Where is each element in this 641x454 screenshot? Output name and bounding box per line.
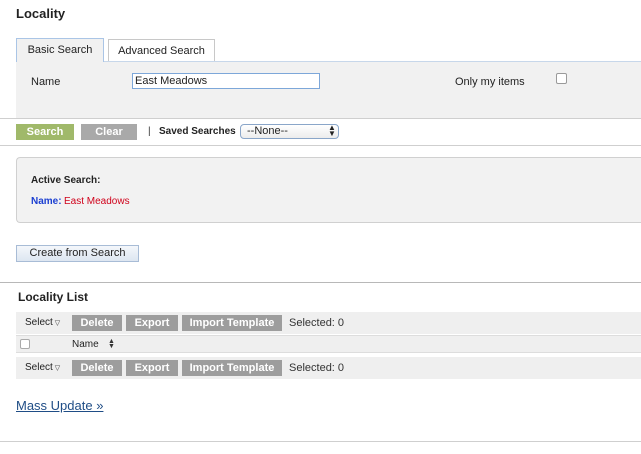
export-button[interactable]: Export bbox=[126, 360, 178, 376]
select-label: Select bbox=[25, 317, 53, 328]
create-from-search-button[interactable]: Create from Search bbox=[16, 245, 139, 262]
select-label: Select bbox=[25, 362, 53, 373]
page-title: Locality bbox=[16, 6, 66, 21]
chevron-down-icon: ▽ bbox=[54, 320, 61, 327]
clear-button[interactable]: Clear bbox=[81, 124, 137, 140]
select-menu[interactable]: Select ▽ bbox=[25, 317, 60, 328]
active-search-panel bbox=[16, 157, 641, 223]
divider bbox=[0, 145, 641, 146]
saved-searches-label: Saved Searches bbox=[159, 126, 236, 137]
saved-searches-value: --None-- bbox=[247, 125, 288, 137]
import-template-button[interactable]: Import Template bbox=[182, 315, 282, 331]
select-arrows-icon: ▲ ▼ bbox=[328, 123, 336, 138]
column-name-header[interactable]: Name bbox=[72, 339, 99, 350]
saved-searches-select[interactable]: --None-- ▲ ▼ bbox=[240, 124, 339, 139]
tab-basic-search[interactable]: Basic Search bbox=[16, 38, 104, 62]
search-panel bbox=[16, 61, 641, 118]
sort-icon[interactable]: ▲ ▼ bbox=[108, 338, 115, 350]
tab-advanced-search[interactable]: Advanced Search bbox=[108, 39, 215, 62]
select-menu[interactable]: Select ▽ bbox=[25, 362, 60, 373]
separator: | bbox=[148, 126, 151, 137]
only-my-items-checkbox[interactable] bbox=[556, 73, 567, 84]
name-label: Name bbox=[31, 76, 61, 88]
mass-update-link[interactable]: Mass Update » bbox=[16, 398, 103, 413]
active-search-heading: Active Search: bbox=[31, 175, 101, 186]
divider bbox=[0, 118, 641, 119]
selected-count: Selected: 0 bbox=[289, 317, 345, 329]
search-button[interactable]: Search bbox=[16, 124, 74, 140]
active-search-key: Name: bbox=[31, 196, 62, 207]
name-input[interactable] bbox=[132, 73, 320, 89]
divider bbox=[0, 282, 641, 283]
only-my-items-label: Only my items bbox=[455, 76, 525, 88]
chevron-down-icon: ▽ bbox=[54, 365, 61, 372]
import-template-button[interactable]: Import Template bbox=[182, 360, 282, 376]
delete-button[interactable]: Delete bbox=[72, 315, 122, 331]
select-all-checkbox[interactable] bbox=[20, 339, 30, 349]
active-search-value: East Meadows bbox=[64, 196, 130, 207]
export-button[interactable]: Export bbox=[126, 315, 178, 331]
selected-count: Selected: 0 bbox=[289, 362, 345, 374]
delete-button[interactable]: Delete bbox=[72, 360, 122, 376]
list-title: Locality List bbox=[18, 290, 89, 304]
footer-divider bbox=[0, 441, 641, 442]
